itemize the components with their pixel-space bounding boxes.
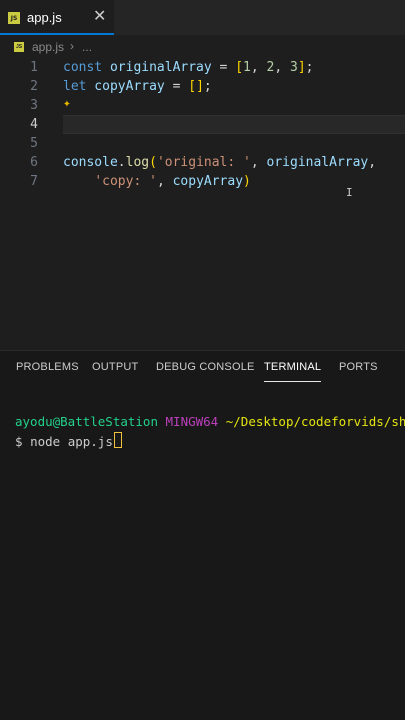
vscode-window: JS app.js ✕ JS app.js › ... 1 const orig… [0,0,405,720]
line-number: 5 [30,136,38,151]
terminal-user: ayodu@BattleStation [15,414,158,429]
breadcrumb-file[interactable]: app.js [32,40,64,54]
tab-ports[interactable]: PORTS [339,361,378,381]
terminal-cursor [113,432,122,448]
number-literal: 3 [290,60,298,75]
semicolon: ; [305,60,314,75]
text-cursor-icon: I [346,186,353,199]
dot: . [117,155,126,170]
breadcrumb: JS app.js › ... [0,37,405,57]
comma: , [274,60,290,75]
code-text: console.log('original: ', originalArray, [63,153,376,172]
close-icon[interactable]: ✕ [93,7,106,27]
identifier: console [63,155,118,170]
comma: , [250,155,267,170]
tab-debug-console[interactable]: DEBUG CONSOLE [156,361,255,381]
identifier: copyArray [172,174,244,189]
string-literal: 'original: ' [156,155,251,170]
comma: , [156,174,173,189]
string-literal: 'copy: ' [94,174,157,189]
javascript-file-icon: JS [8,12,20,24]
operator: = [164,79,189,94]
terminal-command: node app.js [30,434,113,449]
bracket: ) [243,174,251,189]
identifier: originalArray [266,155,369,170]
operator: = [211,60,236,75]
comma: , [368,155,377,170]
chevron-right-icon: › [70,39,74,53]
terminal-input-line[interactable]: $ node app.js [15,432,122,449]
keyword: const [63,60,103,75]
code-line[interactable]: 7 'copy: ', copyArray) [0,172,405,191]
line-number: 4 [30,117,38,132]
code-line[interactable]: 3 [0,96,405,115]
keyword: let [63,79,87,94]
line-number: 3 [30,98,38,113]
editor-tab-bar: JS app.js ✕ [0,0,405,35]
tab-app-js[interactable]: JS app.js ✕ [0,0,114,35]
bottom-panel: PROBLEMS OUTPUT DEBUG CONSOLE TERMINAL P… [0,350,405,720]
terminal-prompt: $ [15,434,31,449]
code-editor[interactable]: 1 const originalArray = [1, 2, 3]; 2 let… [0,58,405,348]
tab-label: app.js [27,10,62,25]
tab-terminal[interactable]: TERMINAL [264,361,322,382]
identifier: copyArray [86,79,165,94]
terminal-path: ~/Desktop/codeforvids/sho [225,414,405,429]
tab-problems[interactable]: PROBLEMS [16,361,79,381]
code-text: const originalArray = [1, 2, 3]; [63,58,313,77]
tab-output[interactable]: OUTPUT [92,361,138,381]
number-literal: 1 [243,60,251,75]
function-name: log [125,155,150,170]
code-line[interactable]: 2 let copyArray = []; [0,77,405,96]
code-line[interactable]: 5 [0,134,405,153]
bracket: [ [188,79,197,94]
bracket: [ [235,60,244,75]
bracket: ] [196,79,204,94]
breadcrumb-symbols[interactable]: ... [82,40,92,54]
semicolon: ; [203,79,212,94]
code-text: 'copy: ', copyArray) [63,172,251,191]
code-text: let copyArray = []; [63,77,212,96]
bracket: ] [297,60,306,75]
sparkle-icon[interactable]: ✦ [63,96,71,111]
terminal-host: MINGW64 [165,414,219,429]
code-line: 4 [0,115,63,134]
code-line[interactable]: 1 const originalArray = [1, 2, 3]; [0,58,405,77]
line-number: 1 [30,60,38,75]
line-number: 2 [30,79,38,94]
line-number: 7 [30,174,38,189]
code-line[interactable]: 6 console.log('original: ', originalArra… [0,153,405,172]
bracket: ( [149,155,157,170]
javascript-file-icon: JS [14,42,24,52]
identifier: originalArray [102,60,212,75]
current-line-highlight[interactable] [63,115,405,134]
terminal-prompt-header: ayodu@BattleStation MINGW64 ~/Desktop/co… [15,414,405,429]
line-number: 6 [30,155,38,170]
comma: , [250,60,267,75]
